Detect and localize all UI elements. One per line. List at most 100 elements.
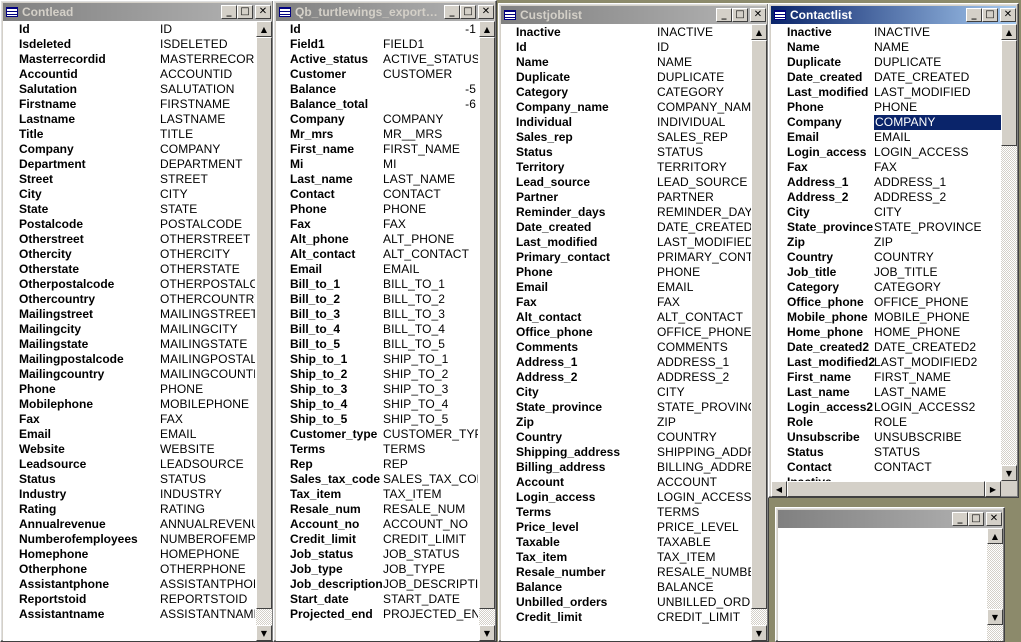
field-row[interactable]: Firstname FIRSTNAME: [3, 97, 256, 112]
field-row[interactable]: Phone PHONE: [771, 100, 1001, 115]
field-row[interactable]: Company_name COMPANY_NAME: [501, 100, 751, 115]
field-row[interactable]: Partner PARTNER: [501, 190, 751, 205]
field-value[interactable]: MI: [383, 157, 397, 172]
field-row[interactable]: Start_date START_DATE: [276, 592, 479, 607]
field-row[interactable]: Lastname LASTNAME: [3, 112, 256, 127]
field-value[interactable]: MR__MRS: [383, 127, 442, 142]
field-row[interactable]: Phone PHONE: [276, 202, 479, 217]
field-row[interactable]: Duplicate DUPLICATE: [501, 70, 751, 85]
field-value[interactable]: FAX: [383, 217, 406, 232]
titlebar[interactable]: Qb_turtlewings_export_custo... _ □ ✕: [276, 3, 494, 21]
field-value[interactable]: ADDRESS_2: [874, 190, 946, 205]
minimize-button[interactable]: _: [716, 8, 732, 22]
field-value[interactable]: MOBILE_PHONE: [874, 310, 970, 325]
vertical-scrollbar[interactable]: ▲ ▼: [987, 528, 1003, 641]
field-row[interactable]: Email EMAIL: [276, 262, 479, 277]
field-row[interactable]: Balance BALANCE: [501, 580, 751, 595]
field-value[interactable]: RATING: [160, 502, 205, 517]
field-row[interactable]: Category CATEGORY: [771, 280, 1001, 295]
field-value[interactable]: OTHERSTATE: [160, 262, 240, 277]
field-row[interactable]: Last_name LAST_NAME: [276, 172, 479, 187]
field-value[interactable]: WEBSITE: [160, 442, 215, 457]
scroll-down-button[interactable]: ▼: [479, 625, 495, 641]
field-value[interactable]: STATE: [160, 202, 197, 217]
field-row[interactable]: Comments COMMENTS: [501, 340, 751, 355]
horizontal-scrollbar[interactable]: ◀ ▶: [771, 481, 1001, 497]
maximize-button[interactable]: □: [968, 512, 984, 526]
field-row[interactable]: Fax FAX: [3, 412, 256, 427]
field-row[interactable]: Homephone HOMEPHONE: [3, 547, 256, 562]
field-value[interactable]: SHIPPING_ADDRES: [657, 445, 751, 460]
field-value[interactable]: ANNUALREVENUE: [160, 517, 255, 532]
field-value[interactable]: ASSISTANTNAME: [160, 607, 255, 622]
field-row[interactable]: Field1 FIELD1: [276, 37, 479, 52]
field-value[interactable]: LAST_NAME: [383, 172, 455, 187]
field-value[interactable]: LAST_NAME: [874, 385, 946, 400]
field-value[interactable]: PHONE: [160, 382, 203, 397]
field-value[interactable]: EMAIL: [874, 130, 911, 145]
field-row[interactable]: Customer_type CUSTOMER_TYPE: [276, 427, 479, 442]
field-row[interactable]: Id ID: [501, 40, 751, 55]
field-row[interactable]: Otherphone OTHERPHONE: [3, 562, 256, 577]
field-value[interactable]: ID: [160, 22, 172, 37]
field-value[interactable]: UNSUBSCRIBE: [874, 430, 962, 445]
field-value[interactable]: TAX_ITEM: [657, 550, 716, 565]
field-value[interactable]: REP: [383, 457, 408, 472]
field-row[interactable]: Login_access LOGIN_ACCESS: [501, 490, 751, 505]
scroll-thumb[interactable]: [1001, 40, 1017, 146]
field-row[interactable]: Title TITLE: [3, 127, 256, 142]
close-button[interactable]: ✕: [255, 5, 271, 19]
field-value[interactable]: START_DATE: [383, 592, 460, 607]
field-value[interactable]: ADDRESS_2: [657, 370, 729, 385]
close-button[interactable]: ✕: [478, 5, 494, 19]
field-row[interactable]: Reminder_days REMINDER_DAYS: [501, 205, 751, 220]
field-value[interactable]: TITLE: [160, 127, 193, 142]
field-value[interactable]: MAILINGSTREET: [160, 307, 255, 322]
field-row[interactable]: Active_status ACTIVE_STATUS: [276, 52, 479, 67]
field-row[interactable]: Office_phone OFFICE_PHONE: [501, 325, 751, 340]
field-row[interactable]: Last_name LAST_NAME: [771, 385, 1001, 400]
field-row[interactable]: Isdeleted ISDELETED: [3, 37, 256, 52]
field-row[interactable]: Alt_contact ALT_CONTACT: [276, 247, 479, 262]
scroll-up-button[interactable]: ▲: [256, 21, 272, 37]
scroll-left-button[interactable]: ◀: [771, 481, 787, 497]
field-row[interactable]: Date_created DATE_CREATED: [771, 70, 1001, 85]
field-value[interactable]: ASSISTANTPHONE: [160, 577, 255, 592]
vertical-scrollbar[interactable]: ▲ ▼: [256, 21, 272, 641]
field-value[interactable]: ALT_CONTACT: [657, 310, 743, 325]
field-value[interactable]: OFFICE_PHONE: [874, 295, 969, 310]
field-value[interactable]: CUSTOMER_TYPE: [383, 427, 478, 442]
field-value[interactable]: CITY: [874, 205, 902, 220]
field-value[interactable]: MOBILEPHONE: [160, 397, 249, 412]
field-row[interactable]: Bill_to_3 BILL_TO_3: [276, 307, 479, 322]
field-value[interactable]: PARTNER: [657, 190, 714, 205]
field-row[interactable]: City CITY: [3, 187, 256, 202]
scroll-right-button[interactable]: ▶: [985, 481, 1001, 497]
field-value[interactable]: ALT_CONTACT: [383, 247, 469, 262]
field-value[interactable]: CONTACT: [383, 187, 441, 202]
field-row[interactable]: Company COMPANY: [3, 142, 256, 157]
field-value[interactable]: ACTIVE_STATUS: [383, 52, 478, 67]
field-value[interactable]: SALUTATION: [160, 82, 235, 97]
field-row[interactable]: Category CATEGORY: [501, 85, 751, 100]
field-value[interactable]: TERMS: [657, 505, 700, 520]
field-row[interactable]: Terms TERMS: [276, 442, 479, 457]
field-row[interactable]: Industry INDUSTRY: [3, 487, 256, 502]
field-value[interactable]: STATE_PROVINCE: [657, 400, 751, 415]
field-value[interactable]: SHIP_TO_5: [383, 412, 448, 427]
field-value[interactable]: JOB_TITLE: [874, 265, 938, 280]
scroll-thumb[interactable]: [751, 40, 767, 609]
field-value[interactable]: ADDRESS_1: [657, 355, 729, 370]
field-value[interactable]: COMPANY: [160, 142, 220, 157]
field-row[interactable]: Job_type JOB_TYPE: [276, 562, 479, 577]
field-value[interactable]: BILL_TO_2: [383, 292, 445, 307]
field-row[interactable]: Price_level PRICE_LEVEL: [501, 520, 751, 535]
field-row[interactable]: Office_phone OFFICE_PHONE: [771, 295, 1001, 310]
field-row[interactable]: Duplicate DUPLICATE: [771, 55, 1001, 70]
titlebar[interactable]: _ □ ✕: [778, 510, 1002, 528]
field-row[interactable]: City CITY: [771, 205, 1001, 220]
field-value[interactable]: COUNTRY: [874, 250, 934, 265]
field-value[interactable]: ACCOUNTID: [160, 67, 232, 82]
field-value[interactable]: OTHERCITY: [160, 247, 230, 262]
field-value[interactable]: DUPLICATE: [874, 55, 941, 70]
